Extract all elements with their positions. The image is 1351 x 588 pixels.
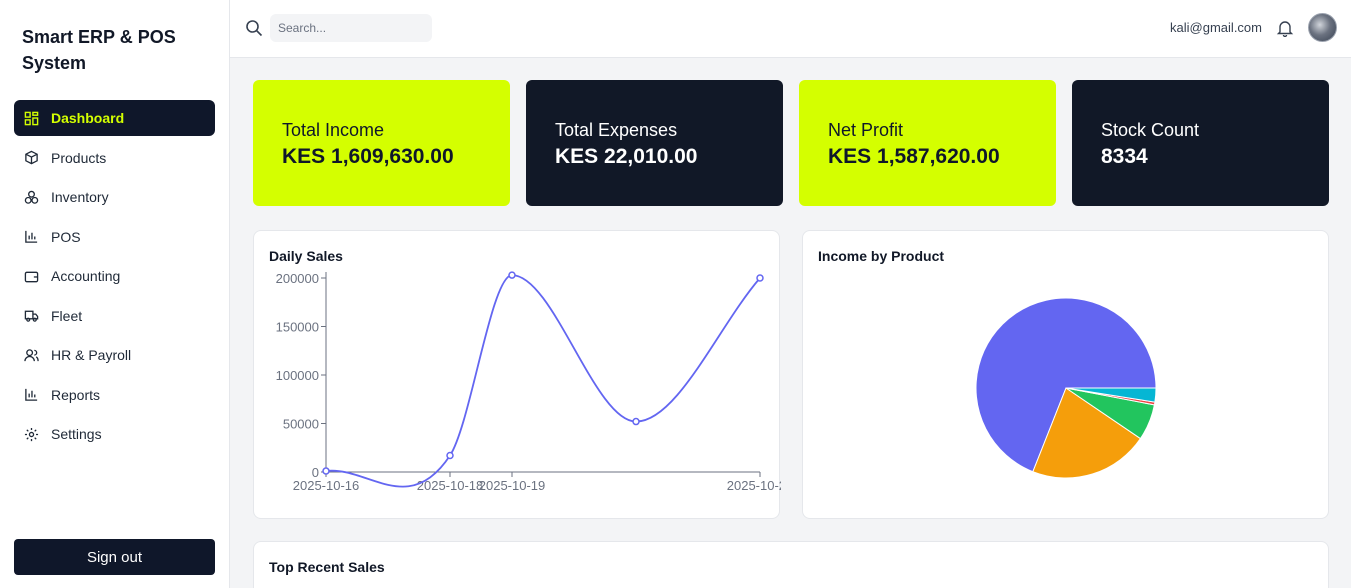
truck-icon bbox=[24, 308, 39, 323]
stat-value: 8334 bbox=[1101, 145, 1148, 168]
search-input[interactable] bbox=[270, 14, 432, 42]
sidebar-item-label: Reports bbox=[51, 386, 101, 403]
sidebar-item-label: POS bbox=[51, 228, 81, 245]
brand-title: Smart ERP & POS System bbox=[22, 27, 176, 73]
bell-icon[interactable] bbox=[1276, 19, 1294, 38]
bar-chart-icon bbox=[24, 387, 39, 402]
gear-icon bbox=[24, 427, 39, 442]
sidebar-item-label: Settings bbox=[51, 426, 102, 442]
series-line bbox=[325, 274, 761, 488]
sidebar: Smart ERP & POS System Dashboard Product… bbox=[0, 0, 230, 588]
income-by-product-card: Income by Product bbox=[802, 230, 1329, 519]
data-point bbox=[756, 274, 764, 282]
sidebar-item-fleet[interactable]: Fleet bbox=[14, 298, 215, 334]
sidebar-item-label: Inventory bbox=[51, 189, 109, 205]
data-point bbox=[508, 271, 516, 279]
sidebar-item-inventory[interactable]: Inventory bbox=[14, 179, 215, 215]
dashboard-icon bbox=[24, 111, 39, 126]
sidebar-item-label: Products bbox=[51, 149, 107, 166]
stat-value: KES 1,609,630.00 bbox=[282, 145, 454, 168]
stat-label: Net Profit bbox=[828, 120, 904, 140]
sign-out-button[interactable]: Sign out bbox=[14, 539, 215, 575]
stat-value: KES 1,587,620.00 bbox=[828, 145, 1000, 168]
sidebar-item-label: Dashboard bbox=[51, 110, 125, 126]
y-tick-label: 150000 bbox=[276, 320, 319, 335]
wallet-icon bbox=[24, 269, 39, 284]
sidebar-item-label: Accounting bbox=[51, 268, 121, 284]
stat-label: Stock Count bbox=[1101, 120, 1200, 140]
sidebar-item-reports[interactable]: Reports bbox=[14, 377, 215, 413]
top-bar: kali@gmail.com bbox=[230, 0, 1351, 58]
x-tick-label: 2025-10-16 bbox=[293, 478, 360, 493]
stat-label: Total Expenses bbox=[555, 120, 678, 140]
recent-sales-card: Top Recent Sales bbox=[253, 541, 1329, 588]
stat-card-total-expenses: Total Expenses KES 22,010.00 bbox=[526, 80, 783, 206]
avatar[interactable] bbox=[1308, 13, 1337, 42]
user-email: kali@gmail.com bbox=[1170, 20, 1262, 35]
y-tick-label: 50000 bbox=[283, 417, 319, 432]
sidebar-nav: Dashboard Products Inventory POS Account… bbox=[14, 100, 215, 456]
section-title: Top Recent Sales bbox=[269, 559, 385, 575]
users-icon bbox=[24, 348, 39, 363]
boxes-icon bbox=[24, 190, 39, 205]
sidebar-item-accounting[interactable]: Accounting bbox=[14, 258, 215, 294]
data-point bbox=[446, 451, 454, 460]
sidebar-item-pos[interactable]: POS bbox=[14, 219, 215, 255]
y-tick-label: 200000 bbox=[276, 271, 319, 286]
stat-value: KES 22,010.00 bbox=[555, 145, 698, 168]
sidebar-item-label: HR & Payroll bbox=[51, 347, 132, 363]
sidebar-item-products[interactable]: Products bbox=[14, 140, 215, 176]
data-point bbox=[632, 417, 640, 426]
stat-label: Total Income bbox=[282, 120, 385, 140]
daily-sales-chart: 0500001000001500002000002025-10-16 2025-1… bbox=[276, 271, 781, 493]
sidebar-item-label: Fleet bbox=[51, 307, 83, 324]
sidebar-item-hr-payroll[interactable]: HR & Payroll bbox=[14, 337, 215, 373]
y-tick-label: 100000 bbox=[276, 368, 319, 383]
x-tick-label: 2025-10-19 bbox=[479, 478, 546, 493]
sidebar-item-dashboard[interactable]: Dashboard bbox=[14, 100, 215, 136]
search-icon bbox=[245, 19, 263, 37]
income-by-product-chart bbox=[975, 297, 1157, 479]
data-point bbox=[322, 467, 330, 475]
stat-card-net-profit: Net Profit KES 1,587,620.00 bbox=[799, 80, 1056, 206]
sidebar-item-settings[interactable]: Settings bbox=[14, 416, 215, 452]
daily-sales-card: Daily Sales 0 50000 100000 150000 200000 2025… bbox=[253, 230, 781, 519]
stat-card-total-income: Total Income KES 1,609,630.00 bbox=[253, 80, 510, 206]
box-icon bbox=[24, 150, 39, 165]
bar-chart-icon bbox=[24, 229, 39, 244]
x-tick-label: 2025-10-23 bbox=[727, 478, 781, 493]
stat-card-stock-count: Stock Count 8334 bbox=[1072, 80, 1329, 206]
